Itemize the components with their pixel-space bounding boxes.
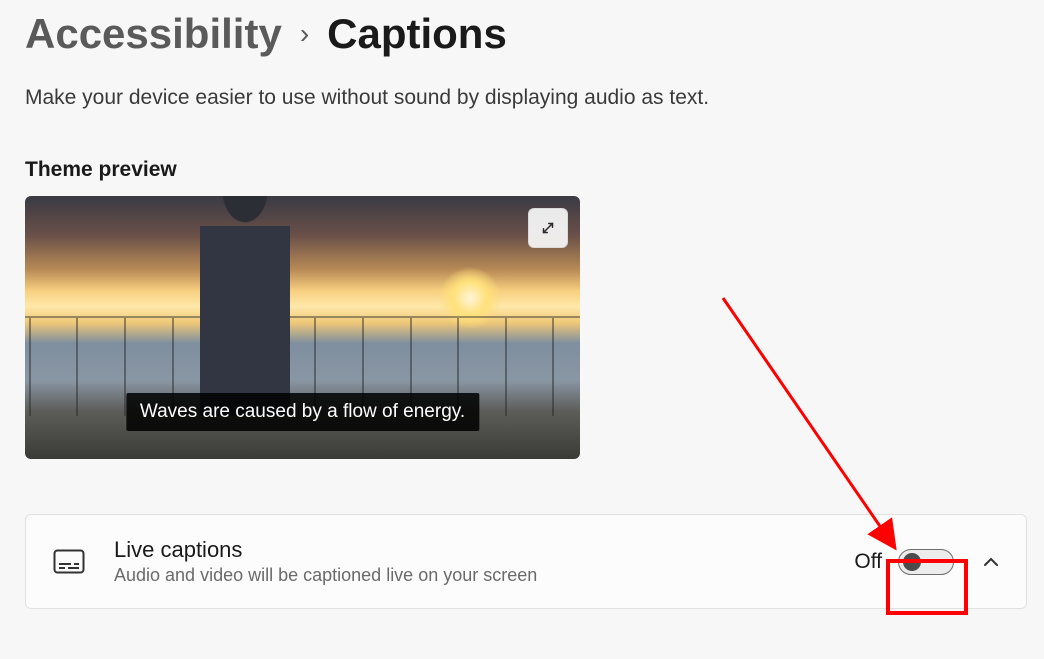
preview-person-decor <box>175 196 315 416</box>
expand-section-button[interactable] <box>980 557 1002 567</box>
breadcrumb-parent-accessibility[interactable]: Accessibility <box>25 10 282 58</box>
chevron-up-icon <box>983 557 999 567</box>
toggle-knob <box>903 553 921 571</box>
live-captions-toggle-label: Off <box>854 550 882 574</box>
captions-icon <box>53 549 85 575</box>
page-description: Make your device easier to use without s… <box>25 86 1019 110</box>
live-captions-toggle[interactable] <box>898 549 954 575</box>
live-captions-title: Live captions <box>114 537 828 563</box>
caption-sample-text: Waves are caused by a flow of energy. <box>126 393 479 431</box>
theme-preview-image: Waves are caused by a flow of energy. <box>25 196 580 459</box>
theme-preview-heading: Theme preview <box>25 158 1019 182</box>
expand-preview-button[interactable] <box>528 208 568 248</box>
breadcrumb: Accessibility › Captions <box>25 10 1019 58</box>
live-captions-card: Live captions Audio and video will be ca… <box>25 514 1027 609</box>
expand-icon <box>539 219 557 237</box>
live-captions-subtitle: Audio and video will be captioned live o… <box>114 565 828 586</box>
chevron-right-icon: › <box>300 18 309 50</box>
breadcrumb-current-captions: Captions <box>327 10 507 58</box>
